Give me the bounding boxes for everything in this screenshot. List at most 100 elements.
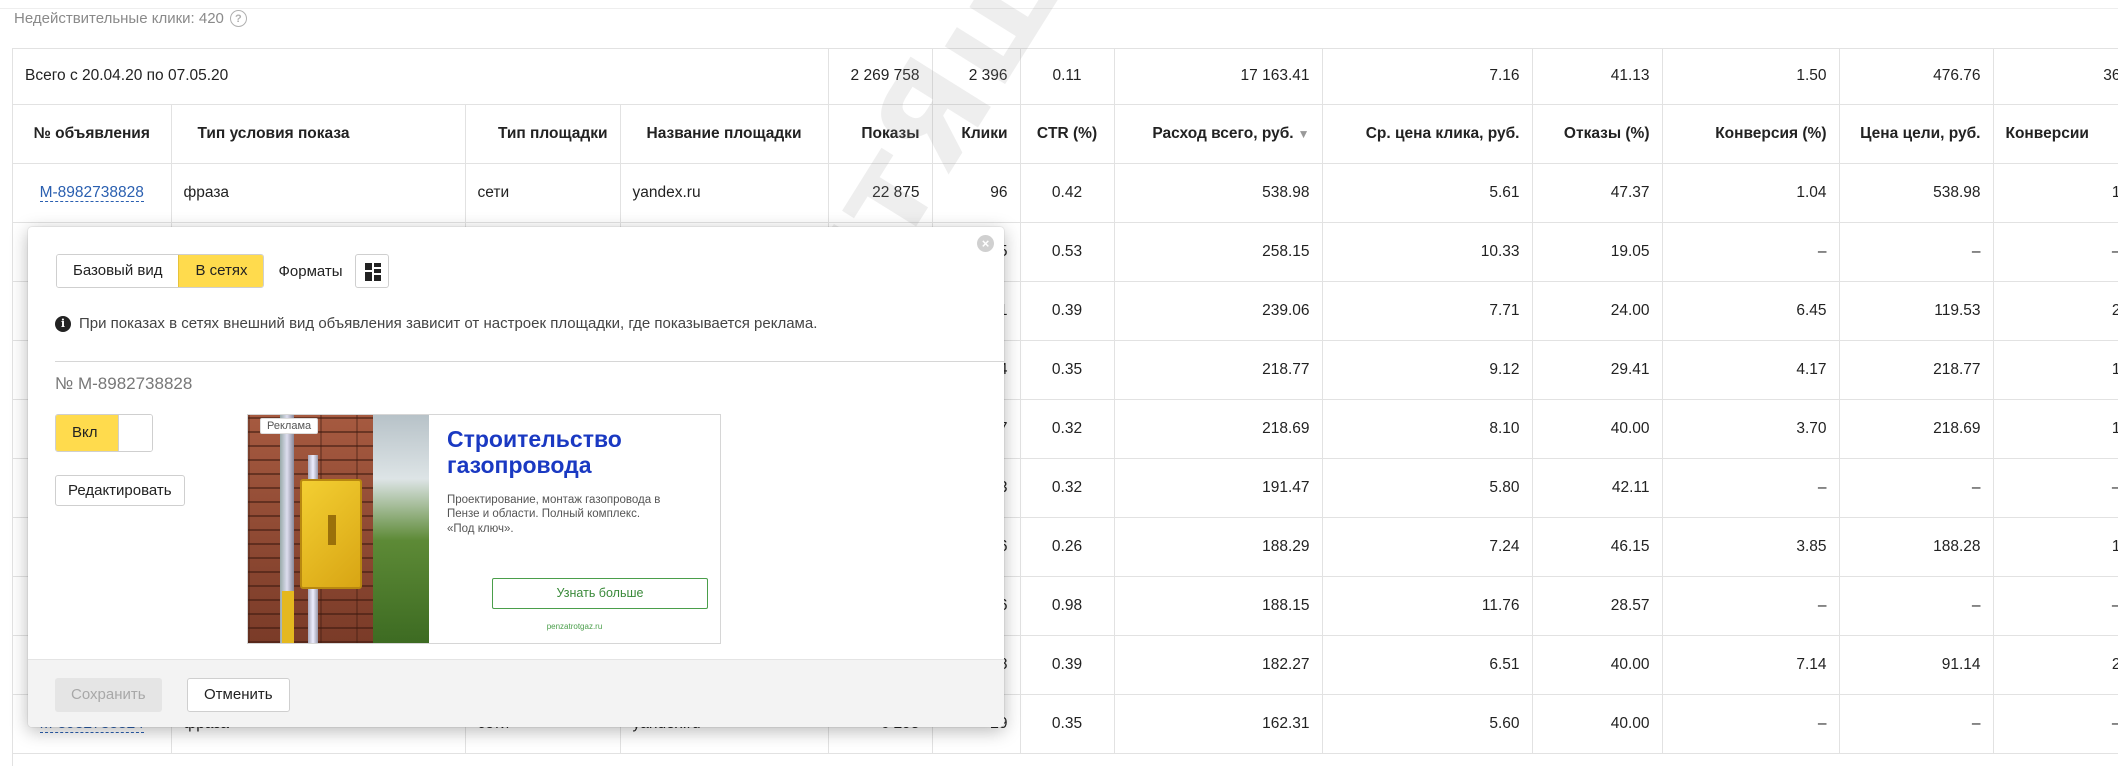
- cell-ctr: 0.35: [1020, 694, 1115, 754]
- cell-avg-cpc: 5.80: [1322, 458, 1533, 518]
- col-avg-cpc[interactable]: Ср. цена клика, руб.: [1322, 104, 1533, 164]
- view-segment: Базовый вид В сетях: [56, 254, 265, 288]
- cell-conversion: 6.45: [1662, 281, 1840, 341]
- col-goal-cost[interactable]: Цена цели, руб.: [1839, 104, 1994, 164]
- cell-ctr: 0.53: [1020, 222, 1115, 282]
- col-conversions[interactable]: Конверсии: [1993, 104, 2118, 164]
- ad-title[interactable]: Строительство газопровода: [447, 426, 706, 479]
- formats-grid-icon[interactable]: [354, 254, 389, 288]
- cell-spend: 162.31: [1114, 694, 1323, 754]
- view-networks-button[interactable]: В сетях: [178, 255, 264, 287]
- modal-footer: Сохранить Отменить: [28, 659, 1004, 727]
- cell-bounce: 19.05: [1532, 222, 1663, 282]
- sort-desc-icon: ▼: [1297, 126, 1310, 141]
- cell-conversions: 1: [1993, 399, 2118, 459]
- ad-image: Реклама: [248, 415, 429, 643]
- col-ctr[interactable]: CTR (%): [1020, 104, 1115, 164]
- view-switcher: Базовый вид В сетях Форматы: [56, 254, 389, 288]
- col-placement-name[interactable]: Название площадки: [620, 104, 829, 164]
- cancel-button[interactable]: Отменить: [187, 678, 290, 712]
- table-row: М-8982738828 фраза сети yandex.ru 22 875 96 0.…: [13, 163, 2118, 223]
- toggle-knob: [118, 415, 152, 451]
- cell-conversions: 1: [1993, 340, 2118, 400]
- cell-bounce: 40.00: [1532, 399, 1663, 459]
- cell-conversions: 1: [1993, 163, 2118, 223]
- cell-avg-cpc: 10.33: [1322, 222, 1533, 282]
- totals-spend: 17 163.41: [1114, 49, 1323, 105]
- cell-avg-cpc: 11.76: [1322, 576, 1533, 636]
- cell-condition-type: фраза: [171, 163, 466, 223]
- ad-preview-body: Строительство газопровода Проектирование…: [429, 415, 720, 643]
- col-impressions[interactable]: Показы: [828, 104, 933, 164]
- cell-conversions: –: [1993, 458, 2118, 518]
- totals-conversions: 36: [1993, 49, 2118, 105]
- col-condition-type[interactable]: Тип условия показа: [171, 104, 466, 164]
- col-clicks[interactable]: Клики: [932, 104, 1021, 164]
- cell-avg-cpc: 5.60: [1322, 694, 1533, 754]
- cell-bounce: 40.00: [1532, 694, 1663, 754]
- cell-conversion: –: [1662, 694, 1840, 754]
- cell-ctr: 0.35: [1020, 340, 1115, 400]
- cell-ctr: 0.39: [1020, 635, 1115, 695]
- cell-bounce: 40.00: [1532, 635, 1663, 695]
- info-icon: i: [55, 315, 71, 332]
- toggle-on-label: Вкл: [56, 415, 118, 451]
- cell-conversions: –: [1993, 694, 2118, 754]
- cell-goal-cost: –: [1839, 694, 1994, 754]
- cell-conversion: 1.04: [1662, 163, 1840, 223]
- cell-conversion: 3.85: [1662, 517, 1840, 577]
- cell-spend: 538.98: [1114, 163, 1323, 223]
- cell-ctr: 0.98: [1020, 576, 1115, 636]
- col-bounce[interactable]: Отказы (%): [1532, 104, 1663, 164]
- learn-more-button[interactable]: Узнать больше: [492, 578, 708, 609]
- cell-ctr: 0.32: [1020, 399, 1115, 459]
- cell-spend: 218.69: [1114, 399, 1323, 459]
- totals-ctr: 0.11: [1020, 49, 1115, 105]
- cell-impressions: 22 875: [828, 163, 933, 223]
- cell-conversions: 2: [1993, 281, 2118, 341]
- cell-conversions: –: [1993, 222, 2118, 282]
- cell-spend: 188.29: [1114, 517, 1323, 577]
- ad-toggle[interactable]: Вкл: [55, 414, 153, 452]
- cell-ctr: 0.39: [1020, 281, 1115, 341]
- cell-clicks: 96: [932, 163, 1021, 223]
- ad-preview-popup: × Базовый вид В сетях Форматы i При пока…: [28, 227, 1005, 727]
- cell-avg-cpc: 9.12: [1322, 340, 1533, 400]
- cell-avg-cpc: 5.61: [1322, 163, 1533, 223]
- ad-domain[interactable]: penzatrotgaz.ru: [429, 622, 720, 631]
- col-conversion[interactable]: Конверсия (%): [1662, 104, 1840, 164]
- ad-preview-card: Реклама Строительство газопровода Проект…: [247, 414, 721, 644]
- cell-goal-cost: 119.53: [1839, 281, 1994, 341]
- close-icon[interactable]: ×: [977, 235, 994, 252]
- info-message: i При показах в сетях внешний вид объявл…: [55, 315, 817, 332]
- totals-label: Всего с 20.04.20 по 07.05.20: [13, 49, 829, 105]
- cell-conversion: –: [1662, 576, 1840, 636]
- cell-placement-name: yandex.ru: [620, 163, 829, 223]
- cell-placement-type: сети: [465, 163, 621, 223]
- formats-label: Форматы: [278, 262, 343, 280]
- cell-goal-cost: 91.14: [1839, 635, 1994, 695]
- cell-spend: 191.47: [1114, 458, 1323, 518]
- save-button[interactable]: Сохранить: [55, 678, 162, 712]
- cell-goal-cost: 188.28: [1839, 517, 1994, 577]
- cell-conversions: –: [1993, 576, 2118, 636]
- col-placement-type[interactable]: Тип площадки: [465, 104, 621, 164]
- help-icon[interactable]: ?: [229, 10, 247, 27]
- cell-conversion: –: [1662, 222, 1840, 282]
- view-basic-button[interactable]: Базовый вид: [57, 255, 179, 287]
- cell-goal-cost: 218.69: [1839, 399, 1994, 459]
- cell-conversion: 3.70: [1662, 399, 1840, 459]
- cell-avg-cpc: 8.10: [1322, 399, 1533, 459]
- cell-goal-cost: –: [1839, 458, 1994, 518]
- header-row: № объявления Тип условия показа Тип площ…: [13, 104, 2118, 164]
- col-ad-no[interactable]: № объявления: [13, 104, 172, 164]
- cell-avg-cpc: 7.71: [1322, 281, 1533, 341]
- cell-bounce: 46.15: [1532, 517, 1663, 577]
- col-spend[interactable]: Расход всего, руб. ▼: [1114, 104, 1323, 164]
- ad-number-link[interactable]: М-8982738828: [39, 183, 144, 202]
- edit-button[interactable]: Редактировать: [55, 475, 185, 506]
- cell-spend: 258.15: [1114, 222, 1323, 282]
- invalid-clicks-label: Недействительные клики: 420 ?: [14, 10, 247, 27]
- cell-goal-cost: –: [1839, 576, 1994, 636]
- cell-bounce: 28.57: [1532, 576, 1663, 636]
